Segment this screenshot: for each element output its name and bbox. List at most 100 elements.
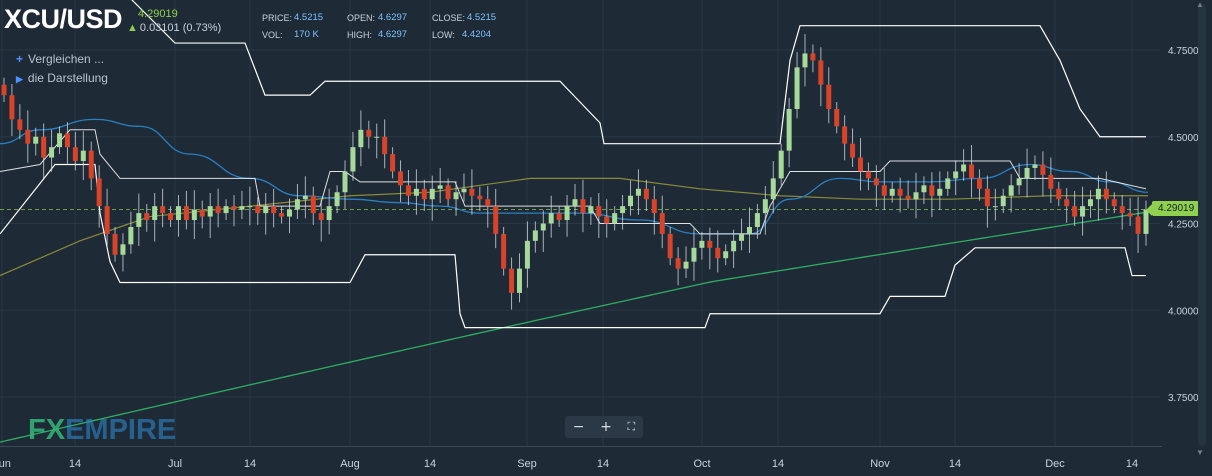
x-tick-label: 14: [424, 458, 436, 470]
x-tick-label: Oct: [693, 458, 710, 470]
price-change: ▲ 0.03101 (0.73%): [127, 22, 221, 34]
stat-label-open: OPEN:: [347, 13, 376, 23]
candle-up: [739, 233, 745, 241]
candle-down: [477, 195, 483, 200]
y-tick-label: 4.7500: [1168, 46, 1199, 57]
zoom-out-button[interactable]: −: [573, 419, 585, 435]
last-price: 4.29019: [138, 8, 178, 20]
candle-up: [992, 206, 998, 208]
candle-down: [976, 178, 982, 189]
display-button[interactable]: ▶ die Darstellung: [16, 71, 108, 85]
candle-up: [628, 195, 634, 207]
candle-up: [961, 164, 967, 172]
x-tick-label: 14: [244, 458, 256, 470]
candle-up: [588, 206, 594, 214]
logo-empire: EMPIRE: [65, 414, 177, 446]
current-price-tag: 4.29019: [1145, 201, 1200, 216]
stat-label-price: PRICE:: [262, 13, 293, 23]
candle-up: [754, 213, 760, 227]
vertical-scrollbar[interactable]: [1198, 4, 1206, 446]
scroll-up-icon[interactable]: ▲: [1196, 0, 1204, 9]
candle-down: [405, 185, 411, 196]
candle-down: [199, 209, 205, 217]
fullscreen-button[interactable]: ⛶: [627, 420, 635, 434]
candle-down: [64, 133, 70, 148]
candle-up: [287, 209, 292, 217]
candle-down: [873, 178, 879, 186]
candle-down: [183, 206, 189, 221]
candle-down: [96, 178, 102, 207]
candle-down: [485, 199, 491, 207]
candle-up: [358, 129, 364, 148]
candle-up: [80, 150, 86, 162]
zoom-controls: − + ⛶: [565, 416, 643, 438]
candle-up: [302, 195, 308, 200]
candle-down: [310, 195, 316, 214]
arrow-up-icon: ▲: [127, 22, 138, 34]
candle-down: [144, 213, 150, 221]
scroll-down-icon[interactable]: ▼: [1196, 448, 1204, 457]
price-chart[interactable]: 3.7500 4.0000 4.2500 4.5000 4.7500 Jun 14 Jul 14…: [0, 0, 1212, 476]
candle-up: [548, 213, 554, 224]
stat-label-low: LOW:: [432, 30, 455, 40]
display-label: die Darstellung: [27, 71, 108, 85]
candle-down: [897, 188, 903, 196]
zoom-in-button[interactable]: +: [600, 419, 612, 435]
x-tick-label: Nov: [870, 458, 890, 470]
candle-down: [9, 95, 15, 120]
candle-up: [247, 206, 253, 208]
candle-down: [421, 188, 427, 200]
price-change-value: 0.03101 (0.73%): [139, 22, 222, 34]
candle-up: [413, 188, 419, 196]
candle-down: [1064, 199, 1070, 207]
x-tick-label: 14: [1126, 458, 1138, 470]
chart-widget: 3.7500 4.0000 4.2500 4.5000 4.7500 Jun 14 Jul 14…: [0, 0, 1212, 476]
candle-up: [746, 226, 752, 234]
candle-up: [136, 213, 142, 227]
candle-up: [1087, 199, 1093, 207]
candle-down: [1135, 216, 1141, 234]
candle-up: [1000, 195, 1006, 207]
candle-down: [160, 206, 166, 214]
candle-down: [279, 213, 285, 217]
compare-button[interactable]: + Vergleichen ...: [16, 52, 104, 66]
stat-value-low: 4.4204: [462, 29, 492, 40]
candle-down: [398, 171, 404, 186]
x-tick-label: Sep: [517, 458, 537, 470]
candle-up: [437, 185, 443, 189]
candle-down: [556, 213, 562, 221]
candle-up: [564, 206, 570, 221]
candle-down: [17, 119, 23, 130]
candle-down: [881, 185, 887, 196]
candle-down: [382, 136, 388, 155]
candle-down: [905, 195, 911, 200]
candle-down: [651, 199, 657, 214]
candle-down: [1072, 206, 1078, 217]
candle-up: [620, 206, 626, 214]
candle-down: [826, 84, 832, 109]
y-tick-label: 4.0000: [1168, 306, 1199, 317]
candle-down: [1048, 174, 1054, 189]
candle-up: [1080, 206, 1086, 217]
candle-up: [953, 171, 959, 179]
candle-up: [49, 147, 55, 158]
x-tick-label: Jul: [168, 458, 182, 470]
candle-down: [72, 147, 78, 162]
candle-up: [239, 206, 245, 210]
stat-value-price: 4.5215: [294, 12, 324, 23]
candle-up: [191, 209, 197, 221]
candle-up: [612, 213, 618, 224]
y-tick-label: 4.5000: [1168, 133, 1199, 144]
candle-up: [326, 206, 332, 221]
candle-down: [604, 216, 610, 224]
compare-label: Vergleichen ...: [28, 52, 105, 66]
candle-down: [255, 206, 261, 214]
candle-up: [128, 226, 134, 245]
candle-up: [635, 188, 641, 196]
y-tick-label: 3.7500: [1168, 393, 1199, 404]
stat-value-high: 4.6297: [378, 29, 408, 40]
candle-down: [675, 258, 681, 269]
stat-label-close: CLOSE:: [432, 13, 466, 23]
x-tick-label: 14: [69, 458, 81, 470]
x-tick-label: Jun: [0, 458, 11, 470]
